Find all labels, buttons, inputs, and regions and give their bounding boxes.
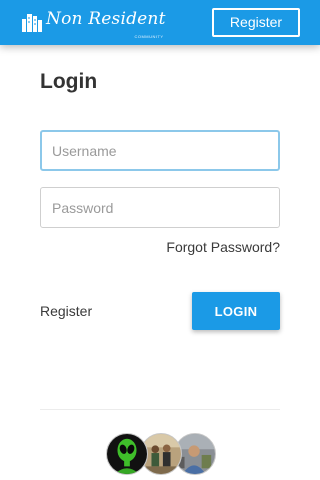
app-logo[interactable]: Non Resident COMMUNITY <box>20 9 166 39</box>
avatar-group <box>106 433 216 475</box>
logo-text: Non Resident COMMUNITY <box>46 9 166 39</box>
password-input[interactable] <box>40 187 280 228</box>
username-input[interactable] <box>40 130 280 171</box>
alien-avatar[interactable] <box>106 433 148 475</box>
forgot-password-link[interactable]: Forgot Password? <box>166 239 280 255</box>
register-button[interactable]: Register <box>212 8 300 37</box>
divider <box>40 409 280 410</box>
login-button[interactable]: LOGIN <box>192 292 280 330</box>
buildings-icon <box>22 14 42 32</box>
page-title: Login <box>40 70 98 93</box>
top-bar: Non Resident COMMUNITY Register <box>0 0 320 45</box>
logo-subtext: COMMUNITY <box>134 34 164 39</box>
register-link[interactable]: Register <box>40 303 92 319</box>
